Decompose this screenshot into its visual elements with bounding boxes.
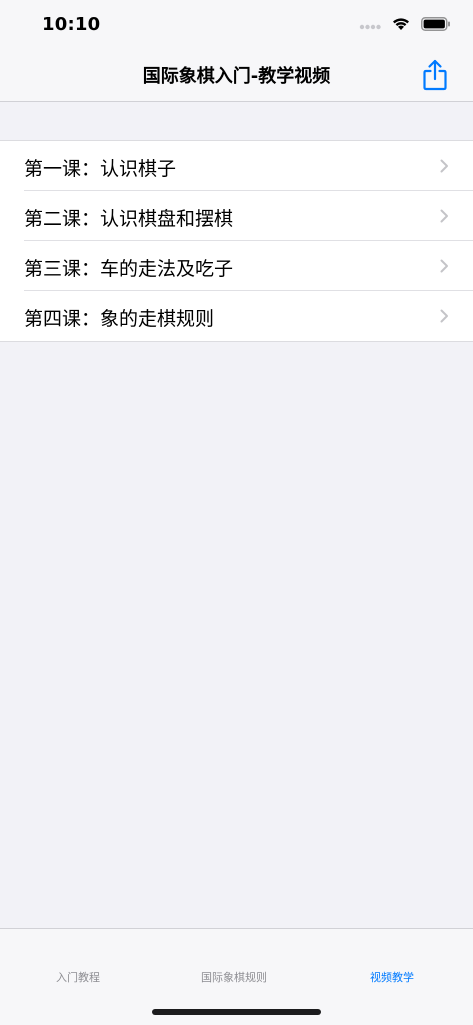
- chevron-right-icon: [440, 309, 448, 323]
- share-button[interactable]: [421, 58, 449, 92]
- status-bar: 10:10: [0, 0, 473, 50]
- lesson-list: 第一课：认识棋子 第二课：认识棋盘和摆棋 第三课：车的走法及吃子 第四课：象的走…: [0, 140, 473, 342]
- tab-chess-rules[interactable]: 国际象棋规则: [201, 969, 267, 985]
- navigation-bar: 国际象棋入门-教学视频: [0, 50, 473, 102]
- lesson-item[interactable]: 第四课：象的走棋规则: [0, 291, 473, 341]
- status-icons: [359, 16, 451, 34]
- chevron-right-icon: [440, 259, 448, 273]
- lesson-item[interactable]: 第二课：认识棋盘和摆棋: [0, 191, 473, 241]
- chevron-right-icon: [440, 209, 448, 223]
- lesson-item[interactable]: 第一课：认识棋子: [0, 141, 473, 191]
- battery-icon: [421, 16, 451, 35]
- lesson-label: 第四课：象的走棋规则: [24, 308, 215, 330]
- wifi-icon: [391, 16, 411, 35]
- cellular-signal-icon: [359, 16, 381, 35]
- home-indicator: [152, 1009, 321, 1015]
- page-title: 国际象棋入门-教学视频: [142, 66, 331, 87]
- lesson-label: 第三课：车的走法及吃子: [24, 258, 234, 280]
- tab-intro-tutorial[interactable]: 入门教程: [56, 969, 100, 985]
- lesson-label: 第一课：认识棋子: [24, 158, 177, 180]
- lesson-label: 第二课：认识棋盘和摆棋: [24, 208, 234, 230]
- lesson-item[interactable]: 第三课：车的走法及吃子: [0, 241, 473, 291]
- chevron-right-icon: [440, 159, 448, 173]
- share-icon: [423, 59, 447, 91]
- status-time: 10:10: [42, 14, 101, 35]
- tab-video-teaching[interactable]: 视频教学: [370, 969, 414, 985]
